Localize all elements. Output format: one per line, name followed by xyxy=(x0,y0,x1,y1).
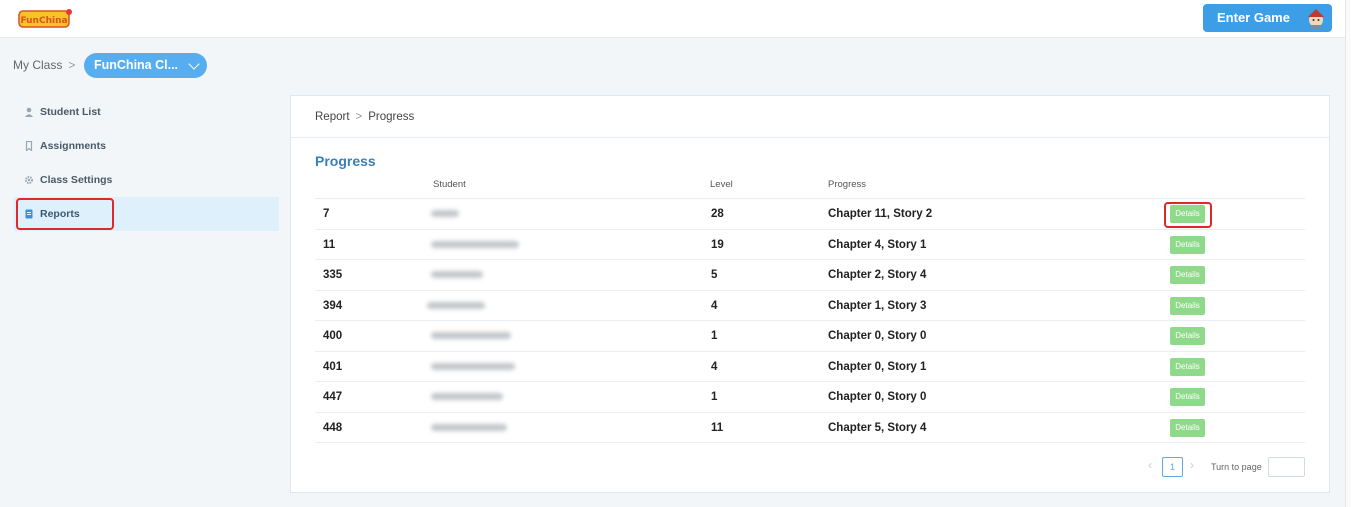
student-level: 1 xyxy=(711,391,718,403)
svg-text:FunChina: FunChina xyxy=(20,16,67,26)
sidebar-item-class-settings[interactable]: Class Settings xyxy=(14,163,279,197)
student-name-redacted xyxy=(431,393,503,400)
student-progress: Chapter 0, Story 0 xyxy=(828,391,927,403)
breadcrumb-my-class[interactable]: My Class xyxy=(13,58,62,72)
student-name-redacted xyxy=(431,210,459,217)
breadcrumb-separator: > xyxy=(355,111,363,123)
top-bar: FunChina Enter Game xyxy=(0,0,1345,38)
student-level: 4 xyxy=(711,360,718,373)
student-name-redacted xyxy=(431,240,519,248)
breadcrumb-progress: Progress xyxy=(368,111,415,123)
student-id: 11 xyxy=(323,238,336,251)
gear-icon xyxy=(25,176,33,184)
sidebar: Student List Assignments Class Settings … xyxy=(14,95,279,231)
student-progress: Chapter 2, Story 4 xyxy=(828,269,927,281)
chevron-down-icon xyxy=(188,58,200,70)
user-icon xyxy=(25,107,33,117)
student-level: 5 xyxy=(711,269,718,281)
pagination-next-button[interactable]: › xyxy=(1190,458,1200,476)
table-row: 448 11 Chapter 5, Story 4 Details xyxy=(315,413,1305,443)
column-header-progress: Progress xyxy=(828,179,867,190)
page-scrollbar[interactable] xyxy=(1345,0,1351,507)
column-header-level: Level xyxy=(710,179,733,190)
student-level: 4 xyxy=(711,299,718,312)
table-row: 11 19 Chapter 4, Story 1 Details xyxy=(315,230,1305,260)
page-title: Progress xyxy=(315,153,376,169)
sidebar-item-label: Student List xyxy=(40,106,101,118)
student-progress: Chapter 0, Story 1 xyxy=(828,360,927,373)
student-id: 335 xyxy=(323,269,343,281)
student-name-redacted xyxy=(431,362,515,370)
turn-to-page-input[interactable] xyxy=(1268,457,1305,477)
table-row: 7 28 Chapter 11, Story 2 Details xyxy=(315,199,1305,230)
character-avatar-icon xyxy=(1308,9,1324,29)
details-button[interactable]: Details xyxy=(1170,266,1205,284)
column-header-student: Student xyxy=(433,179,466,190)
student-level: 28 xyxy=(711,208,724,220)
pagination-page-button[interactable]: 1 xyxy=(1162,457,1183,477)
student-id: 448 xyxy=(323,421,343,434)
funchina-logo[interactable]: FunChina xyxy=(18,8,72,30)
student-level: 1 xyxy=(711,330,718,342)
table-row: 394 4 Chapter 1, Story 3 Details xyxy=(315,291,1305,321)
details-button[interactable]: Details xyxy=(1170,388,1205,406)
sidebar-item-label: Class Settings xyxy=(40,174,113,186)
details-button[interactable]: Details xyxy=(1170,235,1205,254)
enter-game-button[interactable]: Enter Game xyxy=(1203,4,1332,32)
sidebar-item-student-list[interactable]: Student List xyxy=(14,95,279,129)
student-id: 401 xyxy=(323,360,343,373)
table-header: Student Level Progress xyxy=(315,179,1305,199)
details-button[interactable]: Details xyxy=(1170,327,1205,345)
sidebar-item-label: Assignments xyxy=(40,140,106,152)
report-breadcrumb: Report > Progress xyxy=(291,96,1329,138)
table-row: 335 5 Chapter 2, Story 4 Details xyxy=(315,260,1305,291)
turn-to-page-label: Turn to page xyxy=(1211,462,1262,472)
class-breadcrumb: My Class > xyxy=(13,58,81,72)
details-button[interactable]: Details xyxy=(1170,357,1205,376)
table-row: 447 1 Chapter 0, Story 0 Details xyxy=(315,382,1305,413)
details-button[interactable]: Details xyxy=(1170,205,1205,223)
student-progress: Chapter 11, Story 2 xyxy=(828,208,933,220)
report-icon xyxy=(25,209,33,219)
sidebar-item-assignments[interactable]: Assignments xyxy=(14,129,279,163)
progress-panel: Report > Progress Progress Student Level P… xyxy=(290,95,1330,493)
student-name-redacted xyxy=(427,301,485,309)
table-row: 401 4 Chapter 0, Story 1 Details xyxy=(315,352,1305,382)
details-button[interactable]: Details xyxy=(1170,418,1205,437)
details-button[interactable]: Details xyxy=(1170,296,1205,315)
student-name-redacted xyxy=(431,332,511,339)
student-progress: Chapter 5, Story 4 xyxy=(828,421,927,434)
table-row: 400 1 Chapter 0, Story 0 Details xyxy=(315,321,1305,352)
student-progress: Chapter 0, Story 0 xyxy=(828,330,927,342)
student-name-redacted xyxy=(431,271,483,278)
student-level: 19 xyxy=(711,238,724,251)
student-id: 400 xyxy=(323,330,343,342)
breadcrumb-separator: > xyxy=(68,58,76,72)
student-id: 394 xyxy=(323,299,343,312)
sidebar-item-reports[interactable]: Reports xyxy=(14,197,279,231)
class-selector-dropdown[interactable]: FunChina Cl... xyxy=(84,53,207,78)
enter-game-label: Enter Game xyxy=(1217,10,1290,25)
student-progress: Chapter 4, Story 1 xyxy=(828,238,927,251)
class-selector-label: FunChina Cl... xyxy=(94,58,179,72)
breadcrumb-report[interactable]: Report xyxy=(315,111,350,123)
pagination-prev-button[interactable]: ‹ xyxy=(1148,458,1158,476)
student-id: 7 xyxy=(323,208,330,220)
student-id: 447 xyxy=(323,391,343,403)
student-level: 11 xyxy=(711,421,724,434)
bookmark-icon xyxy=(25,141,33,151)
student-progress: Chapter 1, Story 3 xyxy=(828,299,927,312)
sidebar-item-label: Reports xyxy=(40,208,80,220)
progress-table-body: 7 28 Chapter 11, Story 2 Details 11 19 C… xyxy=(315,199,1305,443)
student-name-redacted xyxy=(431,423,507,431)
